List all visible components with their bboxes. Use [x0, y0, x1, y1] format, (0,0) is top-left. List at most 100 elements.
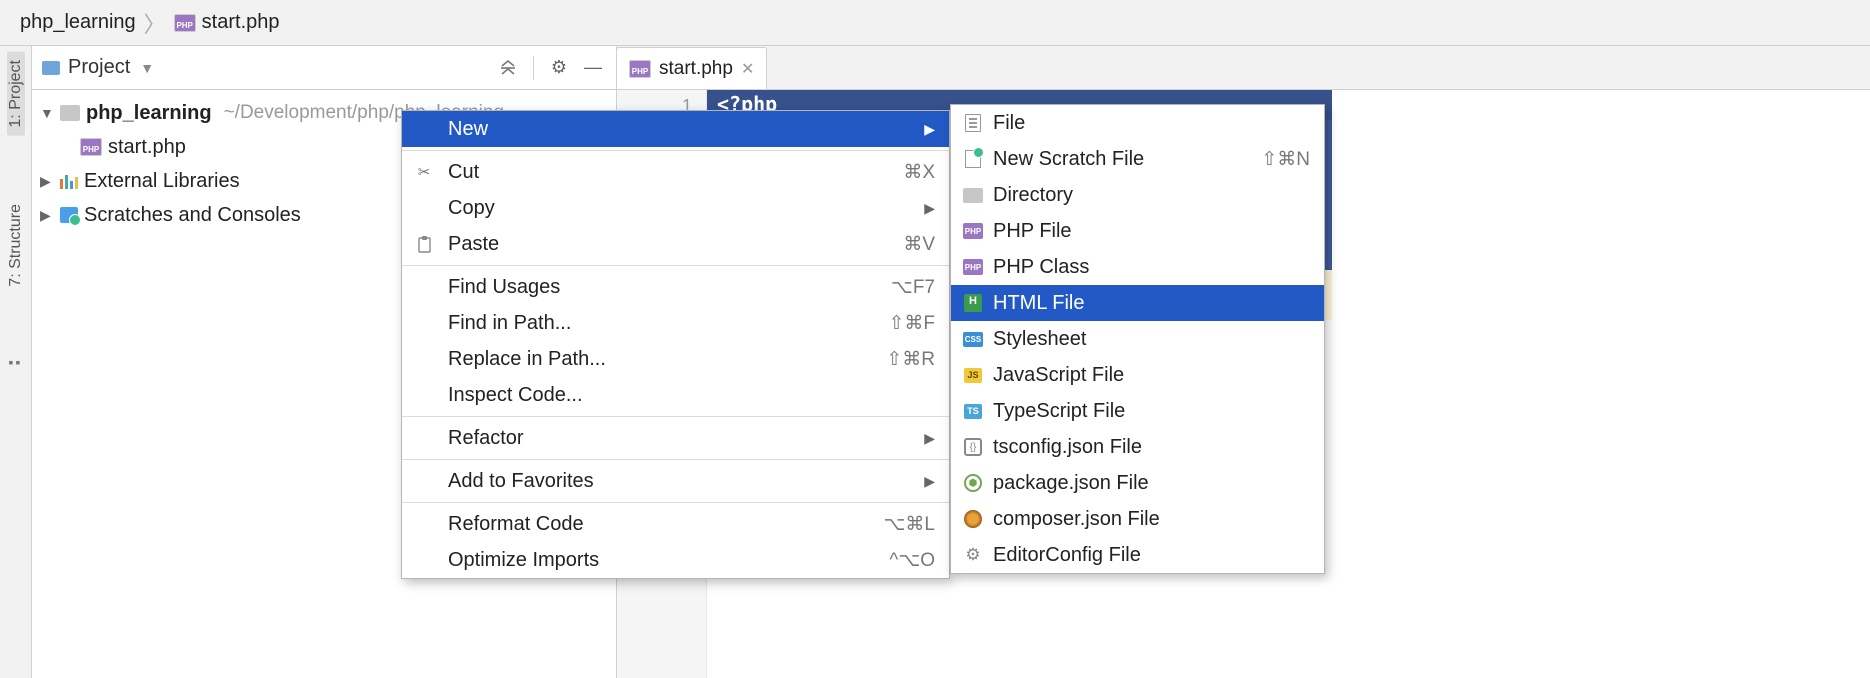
menu-item-label: TypeScript File [993, 400, 1310, 423]
new-menu-item-pkg[interactable]: package.json File [951, 465, 1324, 501]
paste-icon [414, 235, 434, 253]
gear-icon[interactable]: ⚙ [546, 55, 572, 81]
menu-separator [402, 502, 949, 503]
menu-item-label: New Scratch File [993, 148, 1251, 171]
menu-separator [402, 416, 949, 417]
menu-item-label: New [444, 118, 908, 141]
new-menu-item-js[interactable]: JavaScript File [951, 357, 1324, 393]
rail-more-icon[interactable]: ▪▪ [9, 354, 23, 370]
new-menu-item-html[interactable]: HTML File [951, 285, 1324, 321]
new-menu-item-phpclass[interactable]: PHP Class [951, 249, 1324, 285]
menu-item-paste[interactable]: Paste ⌘V [402, 226, 949, 262]
new-menu-item-css[interactable]: Stylesheet [951, 321, 1324, 357]
menu-item-shortcut: ⇧⌘F [888, 312, 935, 335]
breadcrumb-root[interactable]: php_learning [20, 11, 136, 34]
html-icon [963, 294, 983, 312]
new-menu-item-composer[interactable]: composer.json File [951, 501, 1324, 537]
new-menu-item-editorconfig[interactable]: EditorConfig File [951, 537, 1324, 573]
new-menu-item-tsconfig[interactable]: tsconfig.json File [951, 429, 1324, 465]
menu-item-label: File [993, 112, 1310, 135]
menu-item-cut[interactable]: ✂Cut⌘X [402, 154, 949, 190]
new-menu-item-ts[interactable]: TypeScript File [951, 393, 1324, 429]
menu-item-label: Reformat Code [444, 513, 874, 536]
submenu-arrow-icon: ▶ [924, 473, 935, 490]
breadcrumb-separator-icon: 〉 [144, 7, 166, 39]
menu-item-label: Find in Path... [444, 312, 878, 335]
submenu-arrow-icon: ▶ [924, 430, 935, 447]
context-menu: New▶✂Cut⌘XCopy▶Paste⌘VFind Usages⌥F7Find… [401, 110, 950, 579]
menu-item-shortcut: ^⌥O [889, 549, 935, 572]
menu-item-shortcut: ⇧⌘R [886, 348, 935, 371]
menu-item-shortcut: ⌘V [903, 233, 935, 256]
dir-icon [963, 186, 983, 204]
menu-item-label: PHP Class [993, 256, 1310, 279]
menu-item-shortcut: ⇧⌘N [1261, 148, 1310, 171]
menu-item-label: composer.json File [993, 508, 1310, 531]
js-icon [963, 366, 983, 384]
toolbar-divider [533, 56, 534, 80]
project-panel-header: Project ▼ ⚙ — [32, 46, 616, 90]
rail-tab-project[interactable]: 1: Project [7, 52, 25, 136]
menu-item-copy[interactable]: Copy▶ [402, 190, 949, 226]
menu-item-optimize[interactable]: Optimize Imports^⌥O [402, 542, 949, 578]
menu-item-replaceinpath[interactable]: Replace in Path... ⇧⌘R [402, 341, 949, 377]
menu-item-label: Inspect Code... [444, 384, 935, 407]
close-icon[interactable]: ✕ [741, 59, 754, 79]
rail-tab-structure[interactable]: 7: Structure [7, 196, 25, 295]
pkg-icon [963, 474, 983, 492]
new-menu-item-phpfile[interactable]: PHP File [951, 213, 1324, 249]
css-icon [963, 330, 983, 348]
menu-separator [402, 459, 949, 460]
menu-item-label: Replace in Path... [444, 348, 876, 371]
editor-tabs: start.php ✕ [617, 46, 1870, 90]
php-file-icon [174, 14, 196, 32]
menu-item-shortcut: ⌘X [903, 161, 935, 184]
menu-item-label: Refactor [444, 427, 908, 450]
breadcrumb-file[interactable]: start.php [174, 11, 280, 34]
tree-file-name: start.php [108, 136, 186, 159]
project-panel-title[interactable]: Project [68, 56, 130, 79]
new-menu-item-scratch[interactable]: New Scratch File ⇧⌘N [951, 141, 1324, 177]
menu-item-reformat[interactable]: Reformat Code ⌥⌘L [402, 506, 949, 542]
menu-item-label: Copy [444, 197, 908, 220]
rail-tab-structure-label: 7: Structure [7, 204, 25, 287]
menu-item-label: Directory [993, 184, 1310, 207]
editor-tab[interactable]: start.php ✕ [616, 47, 767, 89]
new-menu-item-file[interactable]: File [951, 105, 1324, 141]
collapse-all-icon[interactable] [495, 55, 521, 81]
menu-item-label: Add to Favorites [444, 470, 908, 493]
menu-item-label: Paste [444, 233, 893, 256]
left-tool-rail: 1: Project 7: Structure ▪▪ [0, 46, 32, 678]
menu-item-label: Find Usages [444, 276, 881, 299]
scratch-icon [963, 150, 983, 168]
expand-arrow-icon[interactable]: ▼ [40, 105, 54, 121]
expand-arrow-icon[interactable]: ▶ [40, 207, 54, 224]
menu-item-shortcut: ⌥⌘L [884, 513, 935, 536]
menu-item-fav[interactable]: Add to Favorites ▶ [402, 463, 949, 499]
menu-item-findusages[interactable]: Find Usages ⌥F7 [402, 269, 949, 305]
menu-item-label: EditorConfig File [993, 544, 1310, 567]
menu-item-shortcut: ⌥F7 [891, 276, 935, 299]
menu-item-new[interactable]: New ▶ [402, 111, 949, 147]
folder-icon [60, 105, 80, 121]
php-file-icon [629, 60, 651, 78]
menu-item-refactor[interactable]: Refactor ▶ [402, 420, 949, 456]
tree-root-name: php_learning [86, 102, 212, 125]
chevron-down-icon[interactable]: ▼ [140, 60, 154, 76]
menu-item-label: PHP File [993, 220, 1310, 243]
hide-panel-icon[interactable]: — [580, 55, 606, 81]
menu-item-label: JavaScript File [993, 364, 1310, 387]
editor-tab-label: start.php [659, 58, 733, 80]
menu-item-findinpath[interactable]: Find in Path... ⇧⌘F [402, 305, 949, 341]
editorconfig-icon [963, 546, 983, 564]
breadcrumb-file-label: start.php [202, 11, 280, 34]
submenu-arrow-icon: ▶ [924, 121, 935, 138]
phpclass-icon [963, 258, 983, 276]
expand-arrow-icon[interactable]: ▶ [40, 173, 54, 190]
tree-scratches-label: Scratches and Consoles [84, 204, 301, 227]
menu-item-label: tsconfig.json File [993, 436, 1310, 459]
php-file-icon [80, 138, 102, 156]
menu-item-inspect[interactable]: Inspect Code... [402, 377, 949, 413]
new-menu-item-dir[interactable]: Directory [951, 177, 1324, 213]
breadcrumb-root-label: php_learning [20, 11, 136, 34]
